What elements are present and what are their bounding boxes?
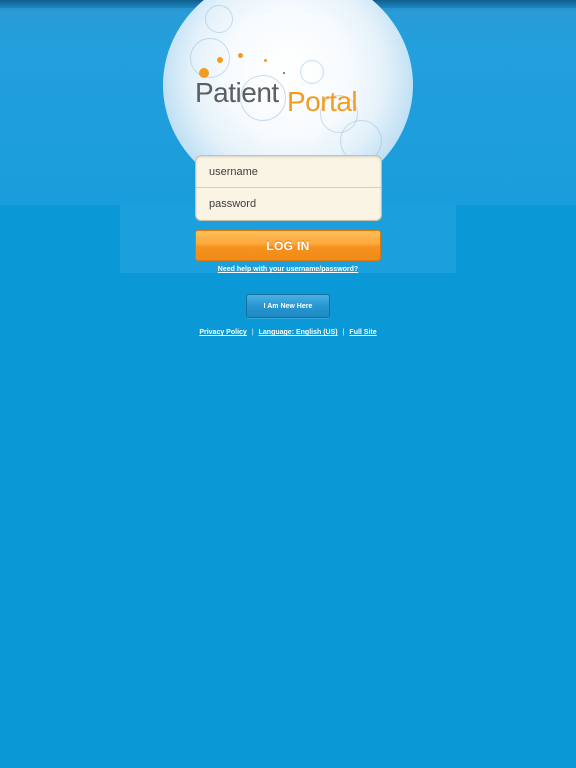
logo-dot	[217, 57, 223, 63]
help-username-password-link[interactable]: Need help with your username/password?	[0, 266, 576, 273]
logo-dot	[238, 53, 243, 58]
password-input[interactable]	[196, 188, 381, 219]
new-user-button[interactable]: I Am New Here	[246, 294, 330, 318]
patient-portal-logo: Patient Portal	[195, 50, 375, 120]
footer-separator: |	[342, 329, 345, 336]
logo-word-patient: Patient	[195, 77, 279, 108]
full-site-link[interactable]: Full Site	[349, 329, 376, 336]
username-input[interactable]	[196, 156, 381, 187]
language-link[interactable]: Language: English (US)	[259, 329, 338, 336]
login-form	[195, 155, 382, 221]
privacy-policy-link[interactable]: Privacy Policy	[199, 329, 246, 336]
footer-links: Privacy Policy | Language: English (US) | Fu…	[0, 329, 576, 336]
logo-word-portal: Portal	[287, 86, 358, 117]
logo-dot	[264, 59, 267, 62]
decorative-bubble	[205, 5, 233, 33]
log-in-button[interactable]: LOG IN	[195, 230, 381, 261]
footer-separator: |	[251, 329, 254, 336]
logo-dot	[283, 72, 285, 74]
